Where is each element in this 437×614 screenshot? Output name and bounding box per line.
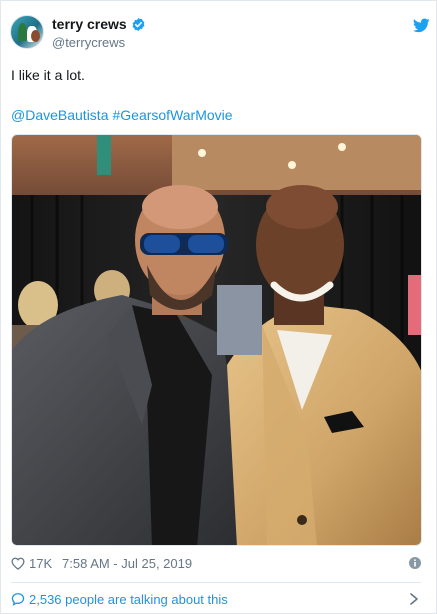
chevron-right-icon xyxy=(410,593,418,605)
twitter-bird-icon[interactable] xyxy=(413,18,430,33)
like-button[interactable]: 17K xyxy=(11,556,52,571)
talking-about-link[interactable]: 2,536 people are talking about this xyxy=(11,591,421,609)
like-count: 17K xyxy=(29,556,53,571)
author-handle[interactable]: @terrycrews xyxy=(52,35,125,50)
mention-link[interactable]: @DaveBautista xyxy=(11,107,108,123)
comment-bubble-icon xyxy=(11,593,25,606)
talking-count-label: 2,536 people are talking about this xyxy=(29,592,228,607)
info-icon[interactable] xyxy=(409,557,421,569)
author-name-row[interactable]: terry crews xyxy=(52,16,146,32)
tweet-header: terry crews @terrycrews xyxy=(10,15,430,55)
tweet-card: terry crews @terrycrews I like it a lot.… xyxy=(0,0,437,614)
hashtag-link[interactable]: #GearsofWarMovie xyxy=(112,107,232,123)
verified-badge-icon xyxy=(132,17,145,31)
tweet-text: I like it a lot. xyxy=(11,67,85,83)
tweet-meta: 17K 7:58 AM - Jul 25, 2019 xyxy=(11,555,421,573)
tweet-links: @DaveBautista #GearsofWarMovie xyxy=(11,107,237,123)
divider xyxy=(11,582,421,583)
author-avatar[interactable] xyxy=(10,15,44,49)
author-name[interactable]: terry crews xyxy=(52,16,127,32)
photo-image xyxy=(12,135,421,545)
heart-icon xyxy=(11,557,25,570)
tweet-photo[interactable] xyxy=(11,134,422,546)
tweet-timestamp[interactable]: 7:58 AM - Jul 25, 2019 xyxy=(62,556,192,571)
